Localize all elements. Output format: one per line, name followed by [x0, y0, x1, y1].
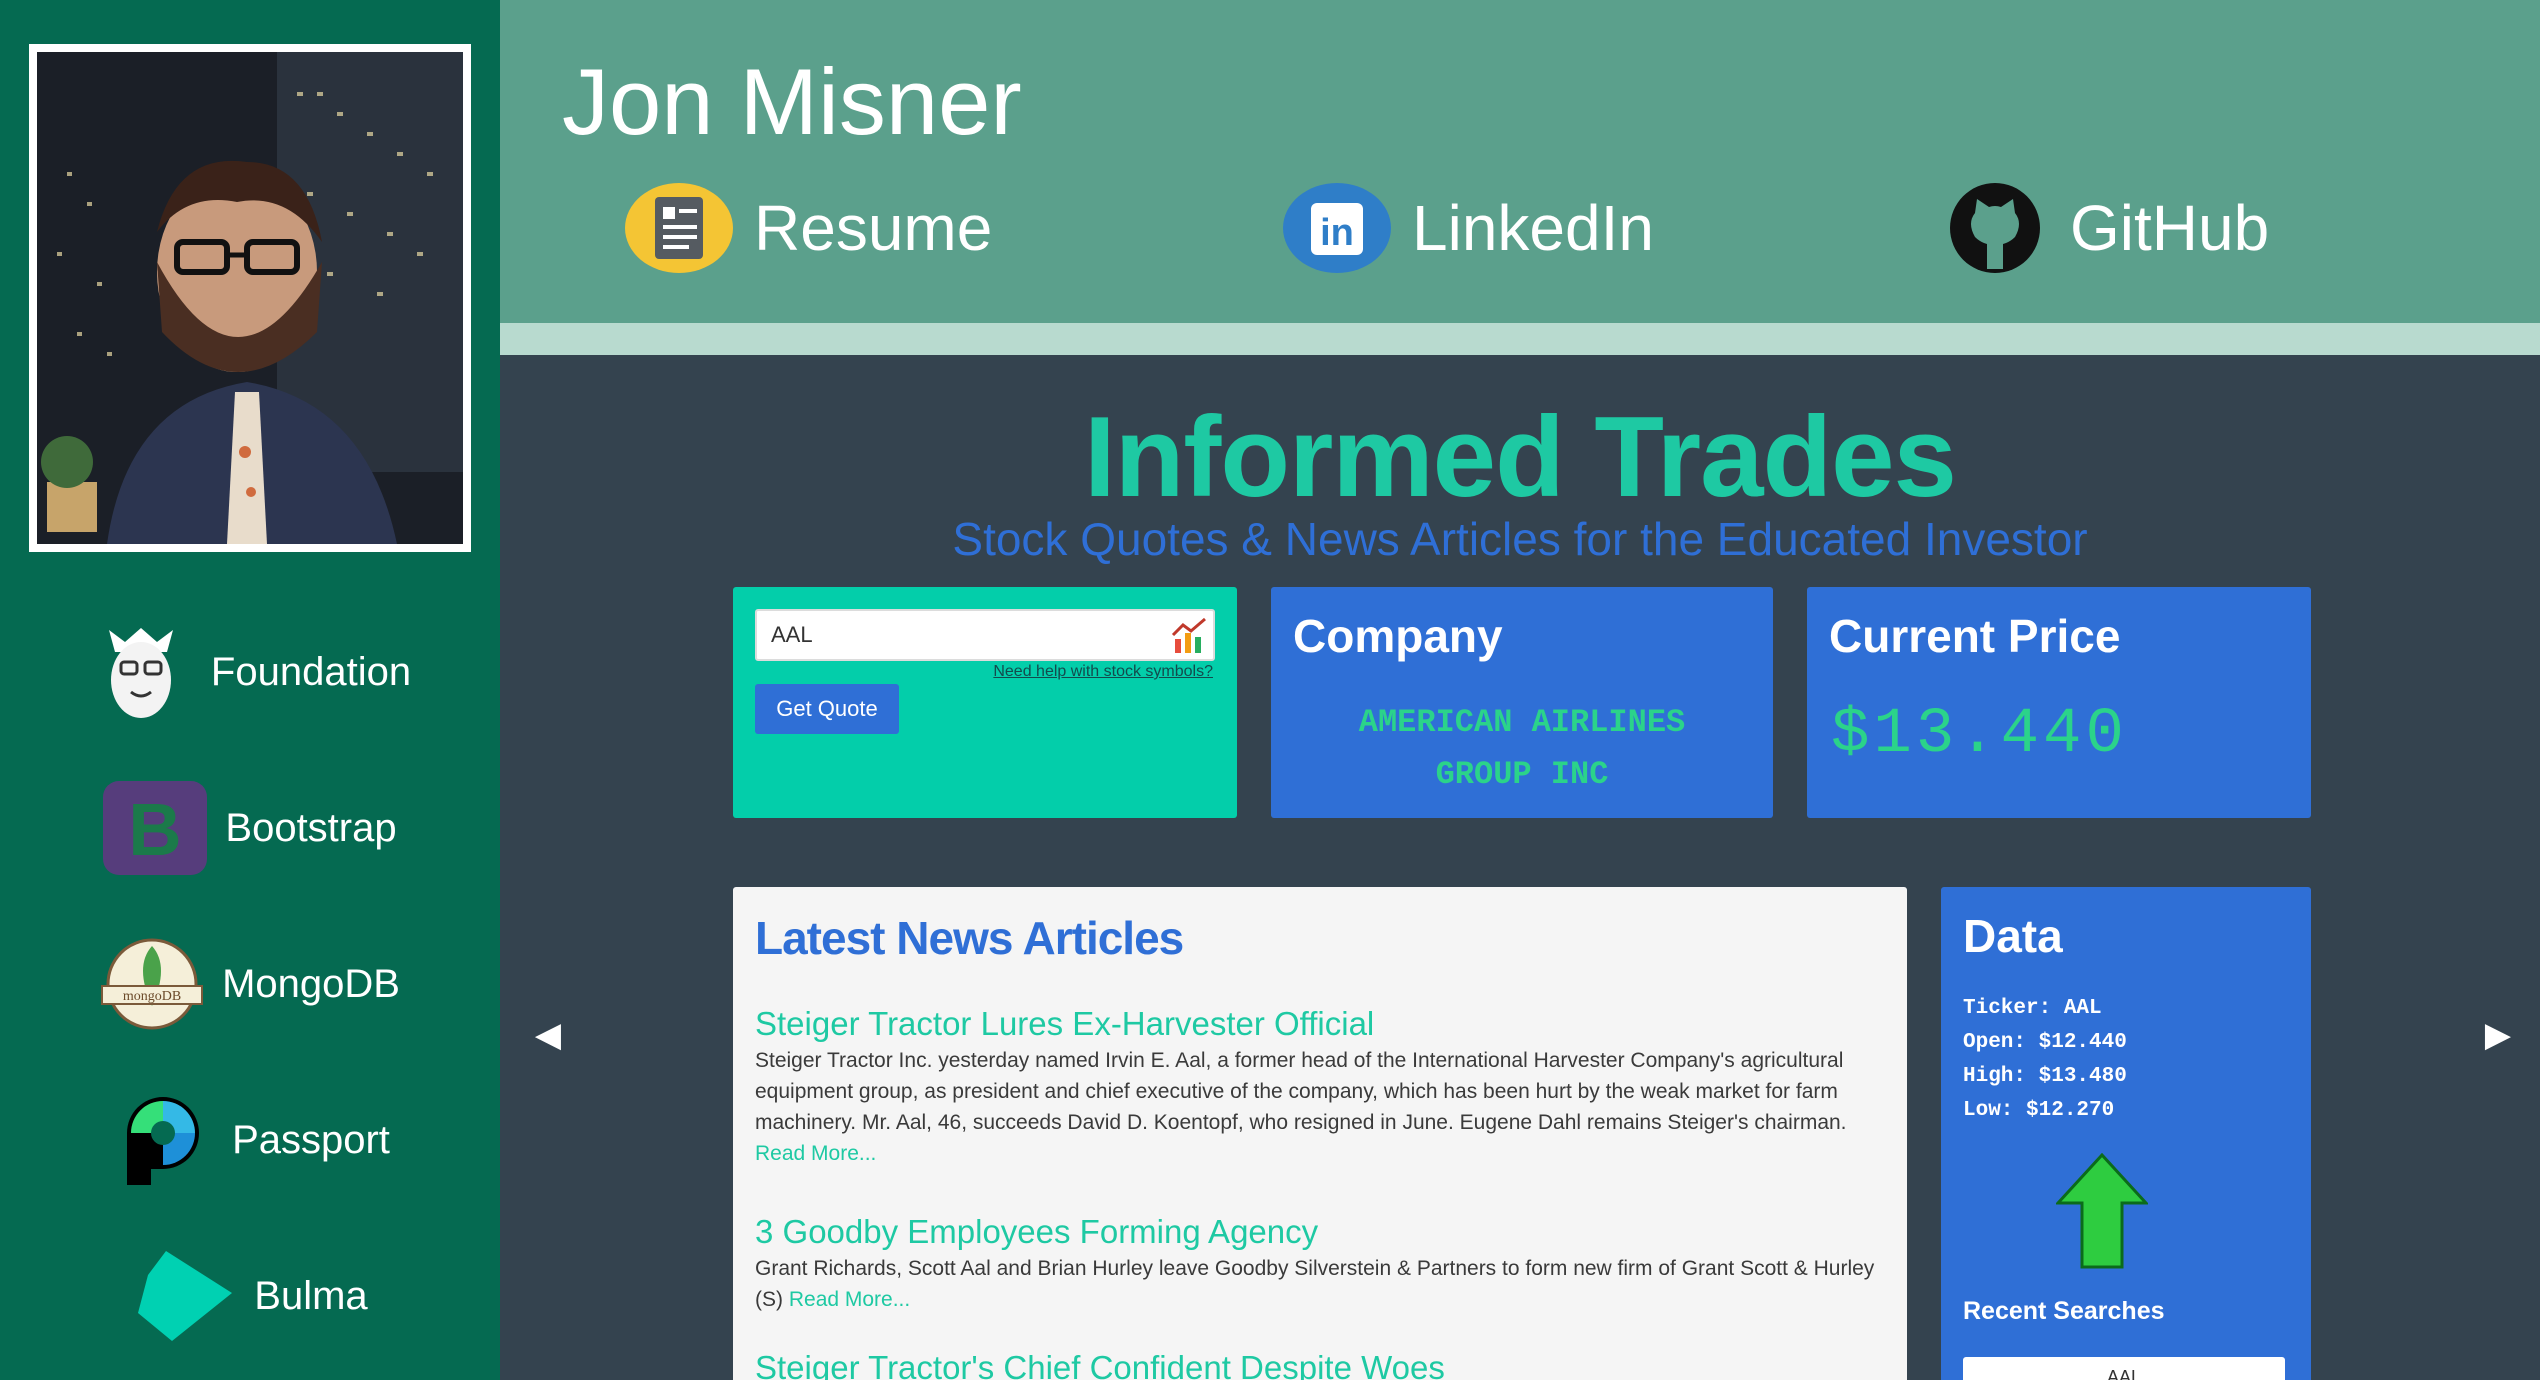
author-name: Jon Misner [562, 49, 1022, 154]
price-card: Current Price $13.440 [1807, 587, 2311, 818]
app-subtitle: Stock Quotes & News Articles for the Edu… [952, 513, 2088, 565]
github-label: GitHub [2070, 192, 2270, 264]
tech-item-bulma[interactable]: Bulma [0, 1236, 500, 1356]
stock-symbol-input[interactable] [755, 609, 1215, 661]
resume-link[interactable]: Resume [624, 180, 992, 276]
recent-searches-title: Recent Searches [1963, 1297, 2165, 1325]
header: Jon Misner Resume in LinkedIn GitHub [500, 0, 2540, 323]
article-title-link[interactable]: 3 Goodby Employees Forming Agency [755, 1211, 1885, 1253]
foundation-icon [89, 620, 193, 724]
read-more-link[interactable]: Read More... [755, 1142, 876, 1165]
article-summary-text: Steiger Tractor Inc. yesterday named Irv… [755, 1049, 1847, 1134]
svg-text:in: in [1320, 212, 1354, 254]
app-title: Informed Trades [1084, 394, 1957, 521]
mongodb-icon: mongoDB [100, 932, 204, 1036]
bootstrap-icon: B [103, 776, 208, 880]
svg-text:mongoDB: mongoDB [123, 989, 181, 1004]
company-card-title: Company [1293, 610, 1503, 662]
chart-icon [1171, 617, 1209, 655]
data-open: Open: $12.440 [1963, 1031, 2127, 1054]
news-article: 3 Goodby Employees Forming Agency Grant … [755, 1211, 1885, 1315]
tech-item-foundation[interactable]: Foundation [0, 612, 500, 732]
tech-label-mongodb: MongoDB [222, 961, 400, 1006]
company-card: Company AMERICAN AIRLINES GROUP INC [1271, 587, 1773, 818]
symbol-help-link[interactable]: Need help with stock symbols? [993, 663, 1213, 681]
recent-search-item[interactable]: AAL [1963, 1357, 2285, 1380]
tech-item-bootstrap[interactable]: B Bootstrap [0, 768, 500, 888]
price-card-title: Current Price [1829, 610, 2121, 662]
previous-arrow-icon[interactable]: ◀ [528, 1015, 568, 1055]
linkedin-icon: in [1282, 180, 1392, 276]
svg-text:B: B [129, 788, 182, 871]
tech-label-bulma: Bulma [254, 1273, 368, 1318]
next-arrow-icon[interactable]: ▶ [2478, 1015, 2518, 1055]
news-card: Latest News Articles Steiger Tractor Lur… [733, 887, 1907, 1380]
article-summary: Steiger Tractor Inc. yesterday named Irv… [755, 1045, 1885, 1169]
header-divider [500, 323, 2540, 355]
data-ticker: Ticker: AAL [1963, 997, 2102, 1020]
news-article: Steiger Tractor's Chief Confident Despit… [755, 1347, 1885, 1380]
data-card: Data Ticker: AAL Open: $12.440 High: $13… [1941, 887, 2311, 1380]
company-name: AMERICAN AIRLINES GROUP INC [1358, 704, 1686, 793]
bulma-icon [132, 1244, 236, 1348]
tech-label-foundation: Foundation [210, 649, 412, 694]
resume-label: Resume [754, 192, 993, 264]
article-title-link[interactable]: Steiger Tractor Lures Ex-Harvester Offic… [755, 1003, 1885, 1045]
data-card-title: Data [1963, 910, 2063, 962]
article-summary: Grant Richards, Scott Aal and Brian Hurl… [755, 1253, 1885, 1315]
profile-photo-image [37, 52, 463, 544]
tech-label-passport: Passport [232, 1117, 390, 1162]
passport-icon [110, 1088, 214, 1192]
tech-item-mongodb[interactable]: mongoDB MongoDB [0, 924, 500, 1044]
article-title-link[interactable]: Steiger Tractor's Chief Confident Despit… [755, 1347, 1885, 1380]
tech-item-passport[interactable]: Passport [0, 1080, 500, 1200]
data-high: High: $13.480 [1963, 1065, 2127, 1088]
quote-form-card: Need help with stock symbols? Get Quote [733, 587, 1237, 818]
resume-icon [624, 180, 734, 276]
github-icon [1940, 180, 2050, 276]
data-low: Low: $12.270 [1963, 1099, 2115, 1122]
get-quote-button[interactable]: Get Quote [755, 684, 899, 734]
linkedin-label: LinkedIn [1412, 192, 1654, 264]
up-arrow-icon [2054, 1152, 2150, 1274]
read-more-link[interactable]: Read More... [789, 1288, 910, 1311]
github-link[interactable]: GitHub [1940, 180, 2269, 276]
sidebar: Foundation B Bootstrap mongoDB MongoDB P… [0, 0, 500, 1380]
current-price: $13.440 [1831, 699, 2128, 771]
tech-label-bootstrap: Bootstrap [225, 805, 397, 850]
profile-photo [29, 44, 471, 552]
article-summary-text: Grant Richards, Scott Aal and Brian Hurl… [755, 1257, 1875, 1311]
news-article: Steiger Tractor Lures Ex-Harvester Offic… [755, 1003, 1885, 1169]
news-heading: Latest News Articles [755, 912, 1184, 964]
linkedin-link[interactable]: in LinkedIn [1282, 180, 1654, 276]
